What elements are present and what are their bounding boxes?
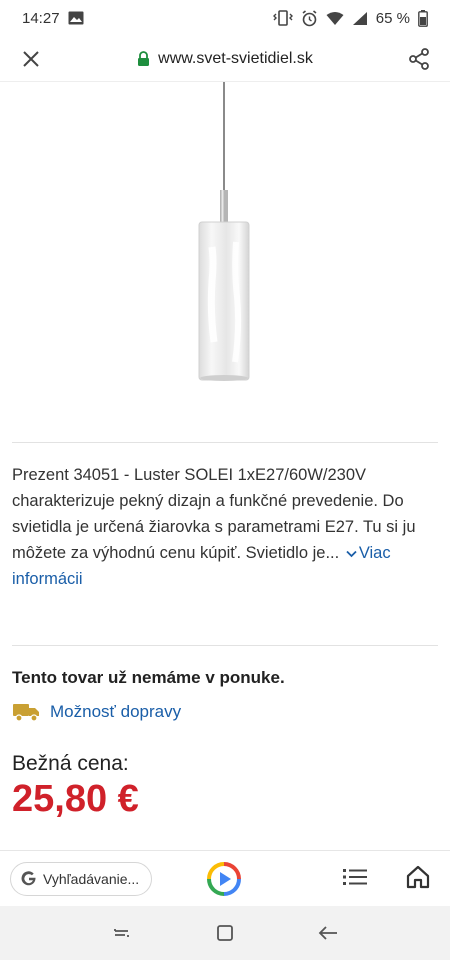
recent-apps-button[interactable] — [112, 923, 132, 948]
product-image[interactable] — [0, 82, 450, 442]
delivery-label: Možnosť dopravy — [50, 702, 182, 721]
assistant-button[interactable] — [207, 862, 241, 901]
search-input[interactable]: Vyhľadávanie... — [10, 862, 152, 896]
menu-list-icon — [343, 869, 367, 885]
bottom-toolbar: Vyhľadávanie... — [0, 850, 450, 906]
chevron-down-icon — [346, 550, 357, 558]
divider — [12, 645, 438, 646]
stock-notice: Tento tovar už nemáme v ponuke. — [12, 668, 285, 687]
truck-icon — [12, 702, 40, 722]
google-g-icon — [21, 871, 37, 887]
status-time: 14:27 — [22, 9, 60, 27]
battery-percent: 65 % — [375, 9, 410, 27]
browser-address-bar: www.svet-svietidiel.sk — [0, 36, 450, 82]
gallery-notification-icon — [68, 11, 84, 25]
status-bar: 14:27 65 % — [0, 0, 450, 36]
alarm-icon — [301, 9, 318, 27]
wifi-icon — [326, 11, 344, 26]
url-field[interactable]: www.svet-svietidiel.sk — [137, 50, 313, 68]
delivery-options-link[interactable]: Možnosť dopravy — [12, 702, 181, 722]
vibrate-icon — [272, 10, 293, 26]
home-icon — [406, 865, 430, 889]
divider — [12, 442, 438, 443]
share-icon[interactable] — [406, 46, 432, 72]
home-square-icon — [217, 925, 233, 941]
price: 25,80 € — [12, 778, 139, 820]
battery-icon — [418, 9, 428, 27]
product-description: Prezent 34051 - Luster SOLEI 1xE27/60W/2… — [12, 462, 432, 592]
recent-apps-icon — [114, 929, 129, 937]
price-label: Bežná cena: — [12, 752, 129, 775]
back-arrow-icon — [318, 926, 337, 940]
home-nav-button[interactable] — [215, 923, 235, 948]
url-text: www.svet-svietidiel.sk — [158, 49, 313, 67]
menu-button[interactable] — [343, 867, 367, 892]
system-navigation-bar — [0, 906, 450, 960]
lock-icon — [137, 50, 150, 67]
assistant-play-icon — [207, 862, 241, 896]
signal-icon — [352, 11, 368, 26]
home-button[interactable] — [406, 865, 430, 894]
back-button[interactable] — [317, 923, 339, 948]
search-placeholder: Vyhľadávanie... — [43, 871, 140, 887]
pendant-lamp-illustration — [198, 82, 250, 381]
close-icon[interactable] — [18, 46, 44, 72]
